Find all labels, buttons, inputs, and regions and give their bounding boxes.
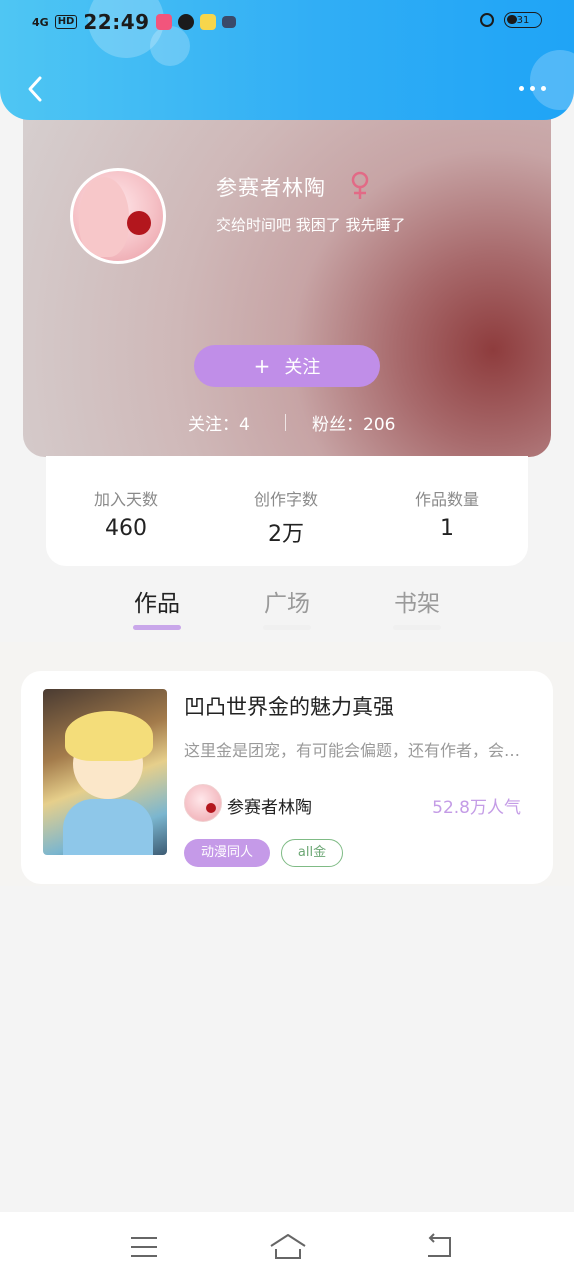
work-description: 这里金是团宠，有可能会偏题，还有作者，会更新 — [184, 741, 524, 760]
tab-square[interactable]: 广场 — [247, 584, 327, 618]
bio: 交给时间吧 我困了 我先睡了 — [216, 216, 406, 234]
stat-label: 加入天数 — [93, 490, 158, 509]
author-avatar[interactable] — [184, 784, 222, 822]
chevron-left-icon[interactable] — [22, 74, 52, 104]
stat-work-count: 作品数量 1 — [367, 486, 527, 541]
fans-count[interactable]: 粉丝：206 — [312, 410, 395, 435]
stat-join-days: 加入天数 460 — [46, 486, 206, 541]
tag-category[interactable]: 动漫同人 — [184, 839, 270, 867]
follow-label: 关注 — [284, 357, 321, 378]
female-icon — [349, 170, 371, 200]
top-header: 4G HD 22:49 31 — [0, 0, 574, 120]
stat-word-count: 创作字数 2万 — [206, 486, 366, 548]
app-notification-icon — [199, 14, 216, 30]
follow-stats: 关注：4 粉丝：206 — [23, 410, 551, 436]
work-card[interactable]: 凹凸世界金的魅力真强 这里金是团宠，有可能会偏题，还有作者，会更新 参赛者林陶 … — [21, 671, 553, 884]
following-count[interactable]: 关注：4 — [188, 410, 250, 435]
app-notification-icon — [177, 14, 194, 30]
stat-value: 2万 — [268, 522, 304, 547]
battery-icon: 31 — [504, 12, 542, 28]
tab-bookshelf[interactable]: 书架 — [377, 584, 457, 618]
tab-indicator — [133, 625, 181, 630]
home-icon[interactable] — [268, 1232, 308, 1262]
stats-card: 加入天数 460 创作字数 2万 作品数量 1 — [46, 456, 528, 566]
back-icon[interactable] — [422, 1232, 456, 1262]
username: 参赛者林陶 — [216, 176, 326, 200]
stat-label: 创作字数 — [253, 490, 318, 509]
popularity: 52.8万人气 — [432, 798, 521, 818]
book-icon — [221, 16, 236, 28]
tab-indicator — [393, 625, 441, 630]
system-nav-bar — [0, 1212, 574, 1280]
menu-icon[interactable] — [127, 1232, 161, 1262]
clock: 22:49 — [83, 10, 150, 34]
tag-keyword[interactable]: all金 — [281, 839, 343, 867]
status-bar: 4G HD 22:49 31 — [0, 0, 574, 44]
battery-level: 31 — [516, 15, 530, 26]
tab-bar: 作品 广场 书架 — [0, 578, 574, 638]
alarm-icon — [480, 13, 494, 27]
avatar[interactable] — [70, 168, 166, 264]
follow-button[interactable]: + 关注 — [194, 345, 380, 387]
tab-works[interactable]: 作品 — [117, 584, 197, 618]
stat-value: 1 — [440, 516, 454, 541]
tab-indicator — [263, 625, 311, 630]
work-cover-image[interactable] — [43, 689, 167, 855]
author-name[interactable]: 参赛者林陶 — [227, 793, 312, 818]
work-title[interactable]: 凹凸世界金的魅力真强 — [184, 691, 394, 721]
plus-icon: + — [253, 354, 271, 378]
app-notification-icon — [155, 14, 172, 30]
more-dots-icon[interactable] — [519, 80, 546, 96]
divider — [285, 414, 286, 431]
profile-card: 参赛者林陶 交给时间吧 我困了 我先睡了 + 关注 关注：4 粉丝：206 — [23, 110, 551, 457]
hd-badge: HD — [54, 15, 78, 29]
stat-label: 作品数量 — [414, 490, 479, 509]
signal-indicator: 4G — [32, 15, 49, 29]
stat-value: 460 — [105, 516, 147, 541]
